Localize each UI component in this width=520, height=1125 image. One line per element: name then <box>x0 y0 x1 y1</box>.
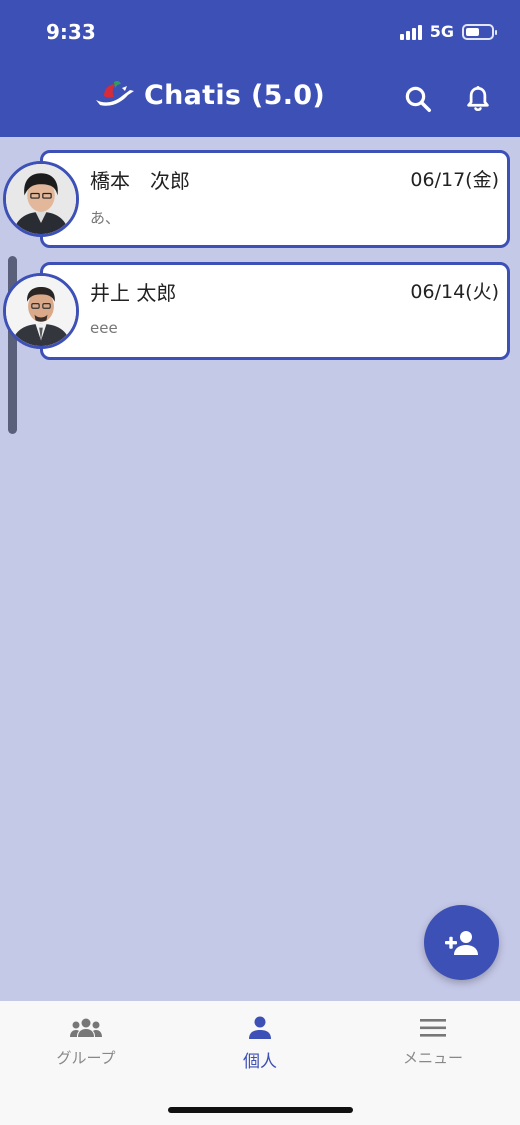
group-icon <box>70 1018 102 1037</box>
add-contact-button[interactable] <box>424 905 499 980</box>
menu-icon <box>420 1019 446 1037</box>
chat-list-item[interactable]: 橋本 次郎 06/17(金) あ、 <box>40 150 510 248</box>
chat-last-message: eee <box>90 319 118 337</box>
person-photo-icon <box>6 276 76 346</box>
home-indicator <box>168 1107 353 1113</box>
nav-item-menu[interactable]: メニュー <box>373 1015 493 1068</box>
search-icon[interactable] <box>403 84 433 114</box>
chat-list-item[interactable]: 井上 太郎 06/14(火) eee <box>40 262 510 360</box>
chat-contact-name: 橋本 次郎 <box>90 169 190 193</box>
network-type: 5G <box>429 22 454 41</box>
add-person-icon <box>444 930 478 955</box>
avatar[interactable] <box>3 161 79 237</box>
status-indicators: 5G <box>399 22 497 41</box>
bell-icon[interactable] <box>463 84 493 114</box>
status-time: 9:33 <box>46 20 96 44</box>
chat-date: 06/17(金) <box>410 169 499 191</box>
nav-label: メニュー <box>402 1049 463 1067</box>
bird-logo <box>96 80 134 106</box>
person-icon <box>249 1016 271 1039</box>
avatar[interactable] <box>3 273 79 349</box>
nav-item-group[interactable]: グループ <box>26 1015 146 1068</box>
title-row: Chatis (5.0) <box>94 78 325 112</box>
battery-icon <box>462 23 497 40</box>
signal-icon <box>399 24 422 40</box>
app-header: 9:33 5G Chatis (5.0) <box>0 0 520 137</box>
nav-item-personal[interactable]: 個人 <box>200 1015 320 1072</box>
nav-label: グループ <box>56 1049 116 1067</box>
chat-date: 06/14(火) <box>410 281 499 303</box>
nav-label: 個人 <box>243 1052 277 1072</box>
person-photo-icon <box>6 164 76 234</box>
chat-contact-name: 井上 太郎 <box>90 281 177 305</box>
app-title: Chatis (5.0) <box>144 79 325 111</box>
chat-last-message: あ、 <box>90 209 121 227</box>
